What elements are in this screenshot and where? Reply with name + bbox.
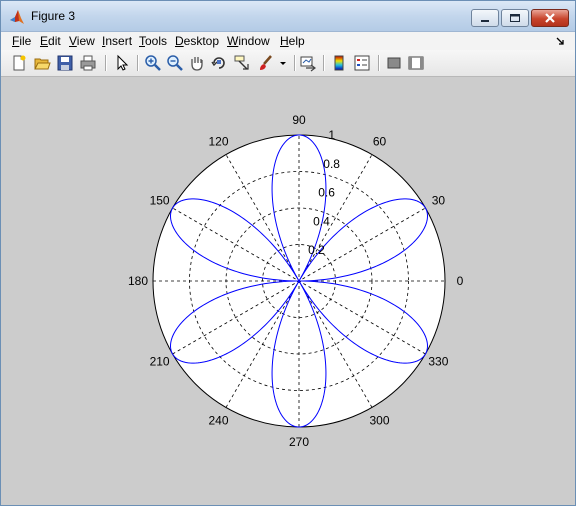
dock-arrow-icon[interactable]	[555, 35, 565, 45]
zoom-out-icon[interactable]	[166, 54, 184, 72]
theta-tick-label: 90	[292, 113, 306, 127]
hide-plot-tools-icon[interactable]	[385, 54, 403, 72]
brush-dropdown-icon[interactable]	[278, 54, 288, 72]
polar-plot[interactable]: 0 30 60 90 120 150 180 210 240 270 300 330 0.2 0.4 0.6…	[1, 77, 575, 505]
figure-window: Figure 3 File Edit View Insert Tools Des…	[0, 0, 576, 506]
toolbar-separator	[294, 55, 296, 71]
menu-edit[interactable]: Edit	[40, 34, 61, 48]
r-tick-label: 1	[328, 128, 335, 142]
toolbar	[1, 50, 575, 77]
save-icon[interactable]	[56, 54, 74, 72]
theta-tick-label: 0	[457, 274, 464, 288]
theta-tick-label: 300	[369, 413, 389, 427]
menu-desktop[interactable]: Desktop	[175, 34, 219, 48]
r-tick-label: 0.4	[313, 215, 330, 229]
toolbar-separator	[105, 55, 107, 71]
menu-help[interactable]: Help	[280, 34, 305, 48]
menu-file[interactable]: File	[12, 34, 31, 48]
data-cursor-icon[interactable]	[233, 54, 251, 72]
theta-tick-label: 120	[208, 135, 228, 149]
maximize-button[interactable]	[501, 9, 529, 27]
new-figure-icon[interactable]	[10, 54, 28, 72]
close-icon	[545, 13, 555, 23]
menu-window[interactable]: Window	[227, 34, 270, 48]
minimize-icon	[481, 20, 489, 22]
matlab-logo-icon	[9, 9, 25, 25]
window-title: Figure 3	[31, 9, 76, 23]
legend-icon[interactable]	[353, 54, 371, 72]
toolbar-separator	[323, 55, 325, 71]
pan-hand-icon[interactable]	[188, 54, 206, 72]
show-plot-tools-icon[interactable]	[407, 54, 425, 72]
r-tick-label: 0.2	[308, 243, 325, 257]
link-plot-icon[interactable]	[299, 54, 317, 72]
colorbar-icon[interactable]	[330, 54, 348, 72]
theta-tick-label: 150	[150, 194, 170, 208]
rotate-3d-icon[interactable]	[210, 54, 228, 72]
theta-tick-label: 240	[208, 413, 228, 427]
zoom-in-icon[interactable]	[144, 54, 162, 72]
brush-icon[interactable]	[257, 54, 275, 72]
title-bar[interactable]: Figure 3	[1, 1, 575, 32]
menu-view[interactable]: View	[69, 34, 95, 48]
open-file-icon[interactable]	[33, 54, 51, 72]
toolbar-separator	[378, 55, 380, 71]
r-tick-label: 0.6	[318, 186, 335, 200]
close-button[interactable]	[531, 9, 569, 27]
theta-tick-label: 270	[289, 435, 309, 449]
edit-plot-arrow-icon[interactable]	[113, 54, 131, 72]
theta-tick-label: 30	[432, 194, 446, 208]
figure-canvas: 0 30 60 90 120 150 180 210 240 270 300 330 0.2 0.4 0.6…	[1, 77, 575, 505]
maximize-icon	[510, 14, 520, 22]
print-icon[interactable]	[79, 54, 97, 72]
theta-tick-label: 330	[428, 355, 448, 369]
theta-tick-label: 210	[150, 355, 170, 369]
theta-tick-label: 60	[373, 135, 387, 149]
theta-tick-label: 180	[128, 274, 148, 288]
r-tick-label: 0.8	[323, 157, 340, 171]
menu-bar: File Edit View Insert Tools Desktop Wind…	[1, 32, 575, 50]
menu-insert[interactable]: Insert	[102, 34, 132, 48]
toolbar-separator	[137, 55, 139, 71]
minimize-button[interactable]	[471, 9, 499, 27]
menu-tools[interactable]: Tools	[139, 34, 167, 48]
